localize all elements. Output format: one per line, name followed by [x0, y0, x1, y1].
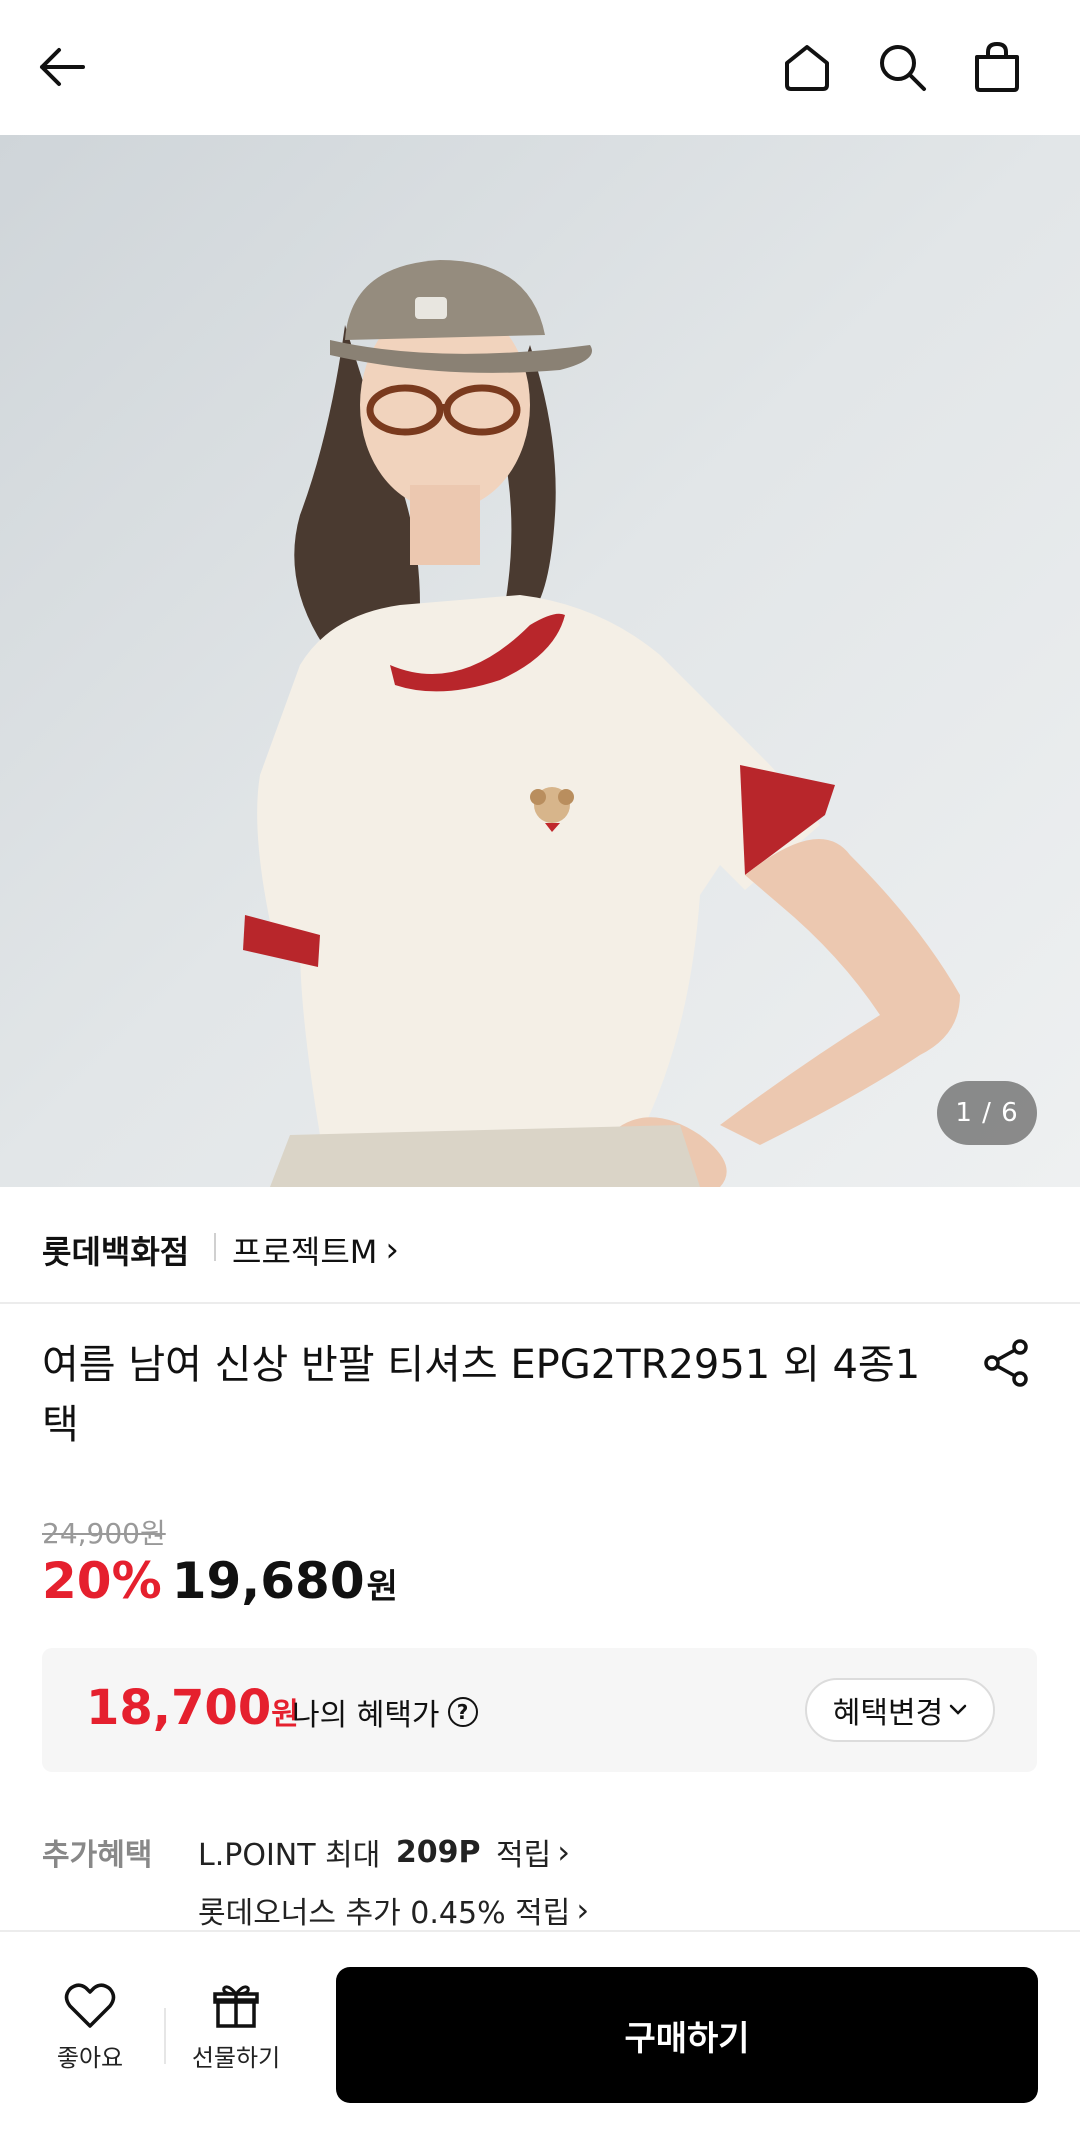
chevron-right-icon: ›	[385, 1230, 399, 1270]
brand-link[interactable]: 프로젝트M ›	[232, 1227, 399, 1273]
chevron-right-icon: ›	[576, 1891, 590, 1929]
extra-benefits-label: 추가혜택	[42, 1838, 153, 1873]
gift-button[interactable]: 선물하기	[176, 1982, 296, 2073]
brand-name: 프로젝트M	[232, 1233, 378, 1271]
owners-benefit-text: 롯데오너스 추가 0.45% 적립	[198, 1896, 571, 1931]
help-icon[interactable]: ?	[447, 1697, 478, 1727]
lpoint-points: 209P	[395, 1834, 481, 1870]
change-benefit-label: 혜택변경	[832, 1696, 944, 1731]
buy-button[interactable]: 구매하기	[336, 1967, 1038, 2103]
benefit-price: 18,700 원	[86, 1680, 299, 1736]
sale-price: 19,680	[171, 1552, 365, 1610]
change-benefit-button[interactable]: 혜택변경	[805, 1678, 995, 1742]
benefit-label: 나의 혜택가 ?	[292, 1690, 478, 1734]
chevron-down-icon	[949, 1704, 967, 1715]
store-name[interactable]: 롯데백화점	[42, 1227, 189, 1273]
discount-rate: 20%	[42, 1552, 162, 1610]
gift-icon	[213, 1985, 259, 2028]
gift-label: 선물하기	[191, 2044, 281, 2072]
like-button[interactable]: 좋아요	[30, 1982, 150, 2073]
heart-icon	[64, 1983, 116, 2028]
lpoint-prefix: L.POINT 최대	[198, 1838, 390, 1873]
bottom-action-bar: 좋아요 선물하기 구매하기	[0, 1930, 1080, 2136]
product-title: 여름 남여 신상 반팔 티셔츠 EPG2TR2951 외 4종1택	[42, 1342, 921, 1448]
shopping-bag-icon[interactable]	[965, 35, 1029, 99]
lpoint-benefit-link[interactable]: L.POINT 최대 209P 적립 ›	[198, 1830, 570, 1874]
benefit-price-box: 18,700 원 나의 혜택가 ? 혜택변경	[42, 1648, 1037, 1772]
benefit-label-text: 나의 혜택가	[292, 1698, 440, 1733]
divider	[164, 2008, 166, 2064]
home-icon[interactable]	[775, 35, 839, 99]
top-navigation-bar	[0, 0, 1080, 135]
share-icon[interactable]	[980, 1337, 1032, 1389]
like-label: 좋아요	[56, 2044, 124, 2072]
image-counter: 1 / 6	[937, 1081, 1037, 1145]
divider	[214, 1233, 216, 1261]
back-icon[interactable]	[30, 35, 94, 99]
sale-price-row: 20% 19,680 원	[42, 1552, 398, 1616]
product-image-carousel[interactable]: 1 / 6	[0, 135, 1080, 1187]
lpoint-suffix: 적립	[486, 1838, 552, 1873]
benefit-price-value: 18,700	[86, 1680, 272, 1736]
owners-benefit-link[interactable]: 롯데오너스 추가 0.45% 적립 ›	[198, 1888, 589, 1932]
search-icon[interactable]	[870, 35, 934, 99]
chevron-right-icon: ›	[557, 1833, 570, 1871]
brand-row: 롯데백화점 프로젝트M ›	[0, 1187, 1080, 1304]
original-price: 24,900원	[42, 1517, 166, 1550]
product-photo	[0, 135, 1080, 1187]
currency-unit: 원	[366, 1567, 398, 1607]
